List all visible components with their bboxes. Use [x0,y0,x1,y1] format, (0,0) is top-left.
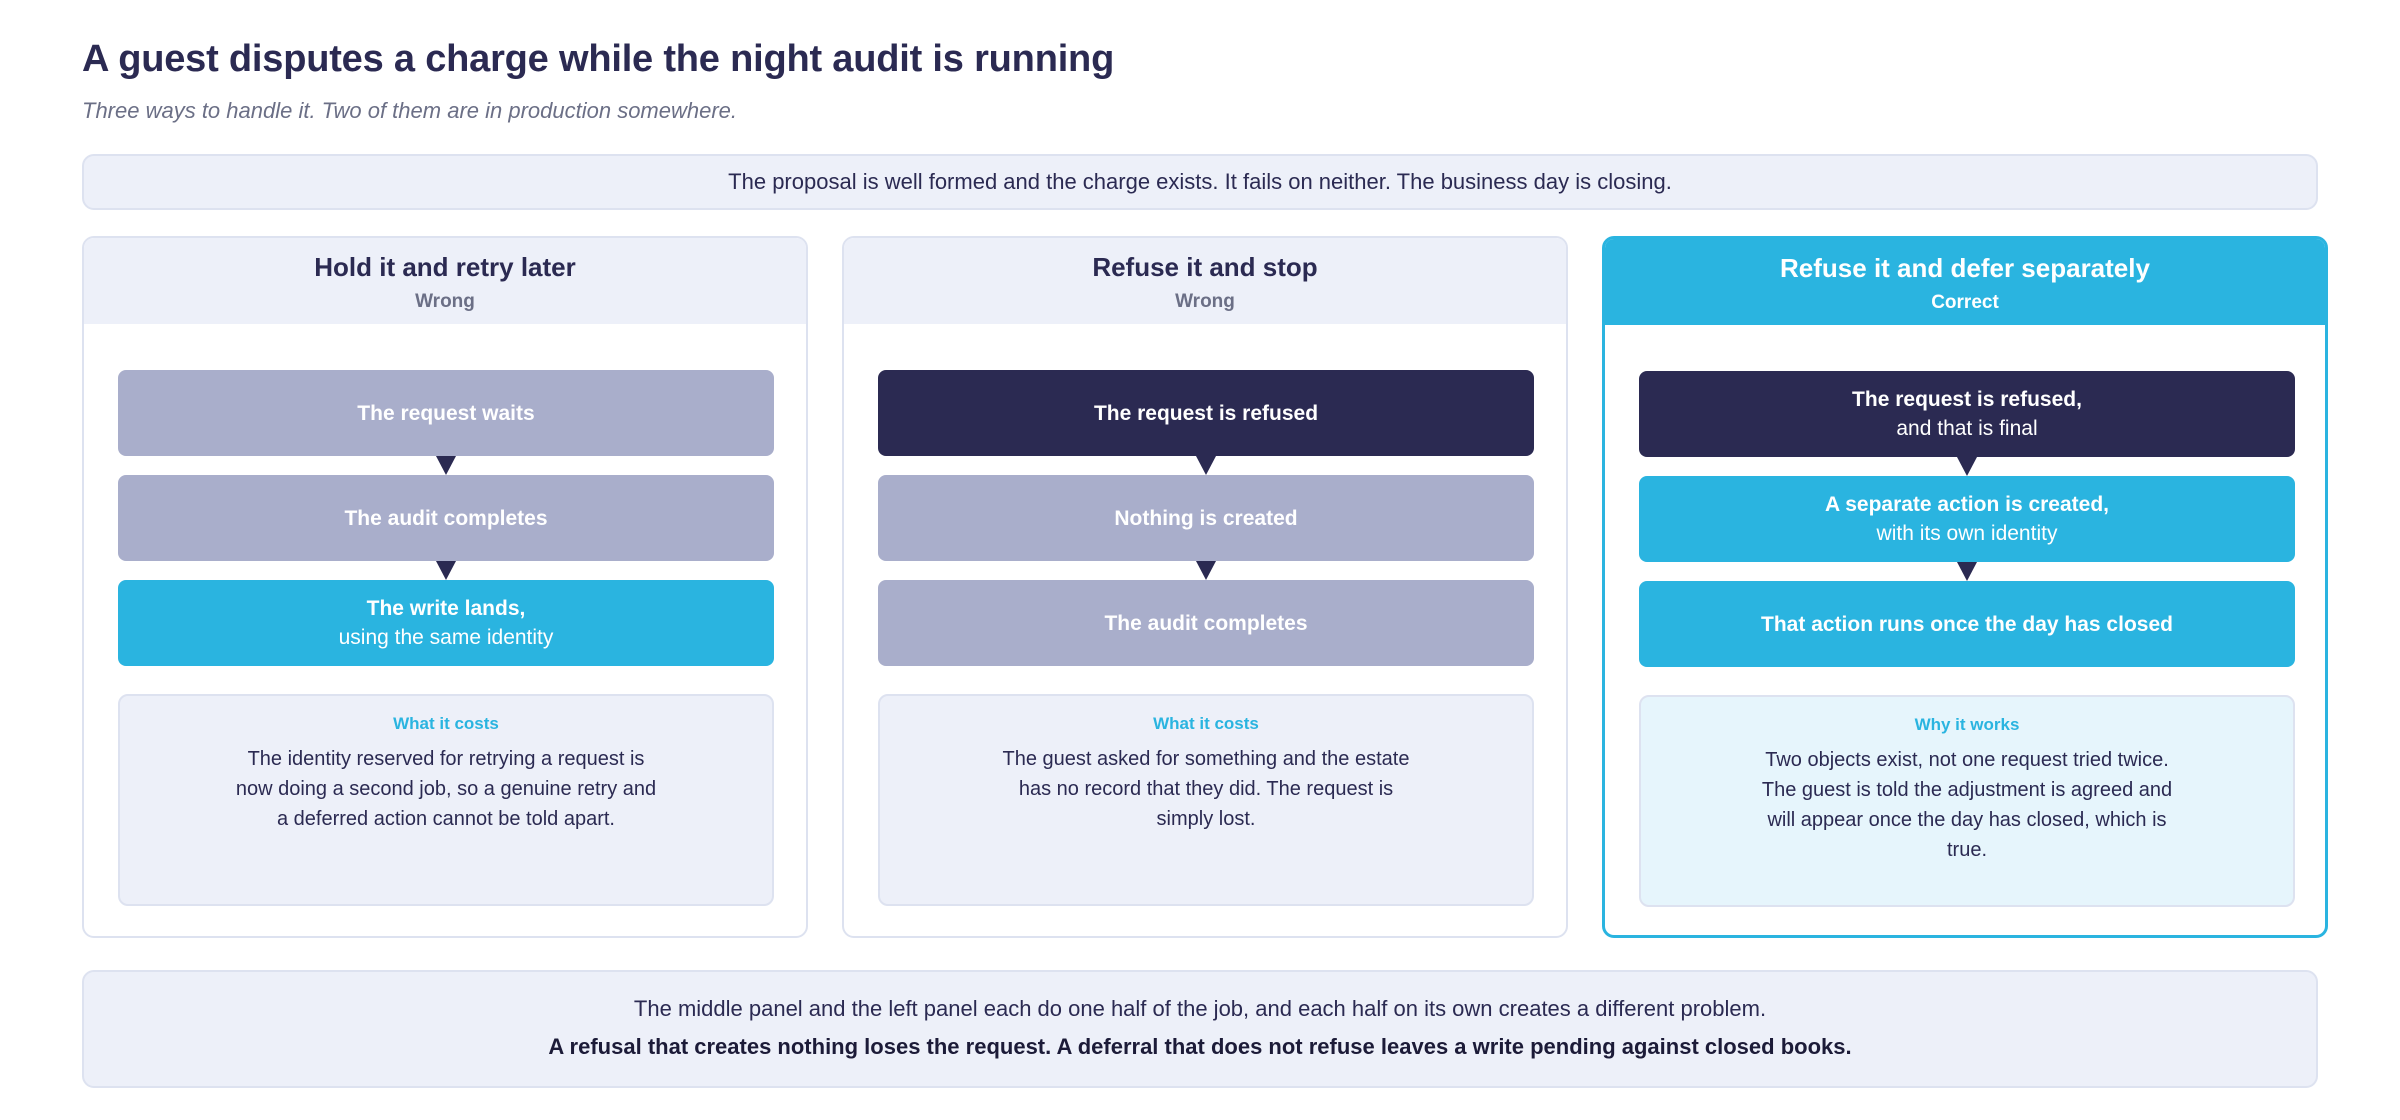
flow-steps: The request is refused, and that is fina… [1639,371,2295,667]
step-main-text: The request waits [357,401,535,425]
context-banner-text: The proposal is well formed and the char… [728,169,1672,194]
why-box-label: Why it works [1914,715,2020,734]
flow-step: The request is refused, and that is fina… [1639,371,2295,476]
panel-refuse-and-stop: Refuse it and stop Wrong The request is … [842,236,1568,938]
panel-verdict: Wrong [1175,291,1235,312]
why-box: Why it works Two objects exist, not one … [1639,695,2295,907]
panel-verdict: Wrong [415,291,475,312]
why-box-text: Two objects exist, not one request tried… [1761,749,2173,861]
step-main-text: The audit completes [344,506,548,530]
panel-refuse-and-defer: Refuse it and defer separately Correct T… [1602,236,2328,938]
flow-step: The audit completes [878,580,1534,666]
step-main-text: The request is refused, [1852,388,2082,411]
flow-step: Nothing is created [878,475,1534,580]
panel-header: Refuse it and stop Wrong [844,238,1566,324]
arrow-down-icon [1196,456,1216,475]
summary-footer: The middle panel and the left panel each… [82,970,2318,1088]
arrow-down-icon [1957,562,1977,581]
arrow-down-icon [1196,561,1216,580]
summary-line: The middle panel and the left panel each… [633,996,1767,1021]
step-sub-text: with its own identity [1876,522,2058,545]
panel-title: Hold it and retry later [314,252,576,282]
flow-step: The audit completes [118,475,774,580]
arrow-down-icon [436,561,456,580]
step-main-text: That action runs once the day has closed [1761,612,2173,636]
context-banner: The proposal is well formed and the char… [82,154,2318,210]
step-main-text: The audit completes [1104,611,1308,635]
step-main-text: A separate action is created, [1824,493,2109,516]
cost-box-text: The identity reserved for retrying a req… [235,748,657,830]
panel-verdict: Correct [1931,292,1999,313]
panel-header: Hold it and retry later Wrong [84,238,806,324]
flow-steps: The request is refused Nothing is create… [878,370,1534,666]
cost-box: What it costs The guest asked for someth… [878,694,1534,906]
cost-box-label: What it costs [1153,714,1259,733]
arrow-down-icon [436,456,456,475]
cost-box-text: The guest asked for something and the es… [1002,748,1410,830]
panel-header: Refuse it and defer separately Correct [1605,239,2325,325]
page-subtitle: Three ways to handle it. Two of them are… [82,98,738,123]
step-sub-text: and that is final [1896,417,2038,440]
step-main-text: The write lands, [366,597,526,620]
cost-box-label: What it costs [393,714,499,733]
flow-steps: The request waits The audit completes Th… [118,370,774,666]
flow-step: The request waits [118,370,774,475]
panel-hold-and-retry: Hold it and retry later Wrong The reques… [82,236,808,938]
step-main-text: Nothing is created [1114,506,1298,530]
summary-conclusion: A refusal that creates nothing loses the… [548,1034,1852,1059]
cost-box: What it costs The identity reserved for … [118,694,774,906]
step-sub-text: using the same identity [338,626,554,649]
page-title: A guest disputes a charge while the nigh… [82,38,1115,80]
arrow-down-icon [1957,457,1977,476]
flow-step: The request is refused [878,370,1534,475]
flow-step: That action runs once the day has closed [1639,581,2295,667]
panel-title: Refuse it and defer separately [1780,253,2150,283]
step-main-text: The request is refused [1093,401,1319,425]
panel-title: Refuse it and stop [1092,252,1318,282]
flow-step: A separate action is created, with its o… [1639,476,2295,581]
flow-step: The write lands, using the same identity [118,580,774,666]
